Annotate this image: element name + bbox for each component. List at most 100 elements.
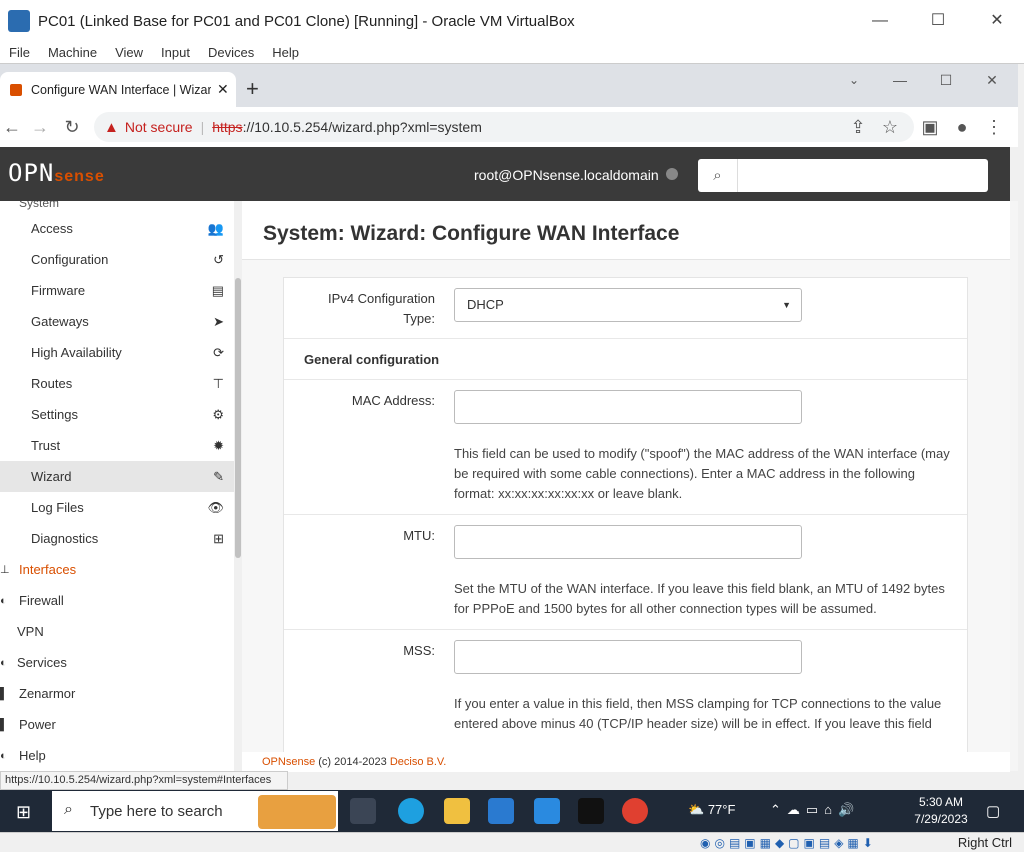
zenarmor-icon: ▌ bbox=[0, 687, 8, 700]
menu-machine[interactable]: Machine bbox=[39, 42, 106, 63]
file-explorer-icon[interactable] bbox=[444, 798, 470, 824]
user-label[interactable]: root@OPNsense.localdomain bbox=[474, 167, 659, 183]
sidebar-item-gateways[interactable]: Gateways ➤ bbox=[0, 306, 234, 337]
sidebar-item-configuration[interactable]: Configuration ↺ bbox=[0, 244, 234, 275]
taskbar-clock[interactable]: 5:30 AM 7/29/2023 bbox=[912, 794, 970, 828]
taskbar-search-box[interactable]: ⌕ Type here to search bbox=[52, 791, 338, 831]
browser-tab[interactable]: Configure WAN Interface | Wizard ✕ bbox=[0, 72, 236, 107]
sidebar-item-power[interactable]: ▌ Power bbox=[0, 709, 234, 740]
menu-input[interactable]: Input bbox=[152, 42, 199, 63]
mss-row: MSS: If you enter a value in this field,… bbox=[284, 630, 967, 760]
windows-start-icon[interactable]: ⊞ bbox=[16, 802, 31, 823]
browser-maximize-button[interactable]: ☐ bbox=[934, 68, 958, 92]
mac-address-input[interactable] bbox=[454, 390, 802, 424]
search-input[interactable] bbox=[738, 159, 988, 192]
sidebar-item-settings[interactable]: Settings ⚙ bbox=[0, 399, 234, 430]
page-title: System: Wizard: Configure WAN Interface bbox=[263, 222, 680, 245]
sidebar-item-firmware[interactable]: Firmware ▤ bbox=[0, 275, 234, 306]
close-tab-icon[interactable]: ✕ bbox=[217, 81, 229, 98]
mac-label: MAC Address: bbox=[351, 393, 435, 408]
side-panel-icon[interactable]: ▣ bbox=[918, 115, 942, 139]
clock-date: 7/29/2023 bbox=[914, 812, 968, 826]
footer-brand-link[interactable]: OPNsense bbox=[262, 756, 315, 768]
power-icon: ▌ bbox=[0, 718, 8, 731]
sidebar-item-routes[interactable]: Routes ⊤ bbox=[0, 368, 234, 399]
fire-icon: ◐ bbox=[0, 594, 7, 607]
menu-view[interactable]: View bbox=[106, 42, 152, 63]
mac-row: MAC Address: This field can be used to m… bbox=[284, 380, 967, 515]
sidebar-item-diagnostics[interactable]: Diagnostics ⊞ bbox=[0, 523, 234, 554]
sidebar-item-trust[interactable]: Trust ✹ bbox=[0, 430, 234, 461]
warning-icon: ▲ bbox=[104, 118, 119, 136]
menu-file[interactable]: File bbox=[0, 42, 39, 63]
mail-icon[interactable] bbox=[534, 798, 560, 824]
weather-widget[interactable]: ⛅ 77°F bbox=[688, 802, 735, 818]
menu-kebab-icon[interactable]: ⋮ bbox=[982, 115, 1006, 139]
url-scheme: https bbox=[212, 119, 243, 135]
browser-minimize-button[interactable]: — bbox=[888, 68, 912, 92]
minimize-button[interactable]: — bbox=[867, 8, 893, 34]
bookmark-star-icon[interactable]: ☆ bbox=[878, 115, 902, 139]
menu-devices[interactable]: Devices bbox=[199, 42, 263, 63]
medkit-icon: ⊞ bbox=[213, 530, 224, 546]
opnsense-logo[interactable]: OPNsense bbox=[8, 159, 105, 187]
footer-company-link[interactable]: Deciso B.V. bbox=[390, 756, 446, 768]
certificate-icon: ✹ bbox=[213, 437, 224, 453]
search-icon[interactable]: ⌕ bbox=[698, 159, 738, 192]
cog-icon: ◐ bbox=[0, 656, 7, 669]
mss-help-text: If you enter a value in this field, then… bbox=[454, 696, 942, 731]
ipv4-type-select[interactable]: DHCP ▼ bbox=[454, 288, 802, 322]
notification-icon[interactable]: ▢ bbox=[986, 802, 1000, 820]
maximize-button[interactable]: ☐ bbox=[925, 8, 951, 34]
menu-help[interactable]: Help bbox=[263, 42, 308, 63]
sidebar-item-zenarmor[interactable]: ▌ Zenarmor bbox=[0, 678, 234, 709]
sidebar-item-services[interactable]: ◐ Services bbox=[0, 647, 234, 678]
vbox-device-icons[interactable]: ◉◎▤▣▦◆▢▣▤◈▦⬇ bbox=[700, 836, 877, 850]
tab-title: Configure WAN Interface | Wizard bbox=[31, 82, 211, 97]
store-icon[interactable] bbox=[488, 798, 514, 824]
opnsense-favicon-icon bbox=[10, 83, 22, 96]
sidebar-item-help[interactable]: ◐ Help bbox=[0, 740, 234, 771]
page-scrollbar[interactable] bbox=[1010, 201, 1018, 771]
clock-time: 5:30 AM bbox=[918, 795, 964, 809]
cogs-icon: ⚙ bbox=[212, 406, 224, 422]
refresh-icon: ⟳ bbox=[213, 344, 224, 360]
tab-search-icon[interactable]: ⌄ bbox=[842, 68, 866, 92]
host-key-label: Right Ctrl bbox=[957, 835, 1012, 850]
footer: OPNsense (c) 2014-2023 Deciso B.V. bbox=[242, 752, 1010, 772]
windows-taskbar: ⊞ ⌕ Type here to search ⛅ 77°F ⌃☁▭⌂🔊 5:3… bbox=[0, 790, 1024, 832]
opnsense-header: OPNsense root@OPNsense.localdomain ⌕ bbox=[0, 147, 1010, 201]
sidebar-item-access[interactable]: Access 👥 bbox=[0, 213, 234, 244]
terminal-icon[interactable] bbox=[578, 798, 604, 824]
mtu-input[interactable] bbox=[454, 525, 802, 559]
system-tray-icons[interactable]: ⌃☁▭⌂🔊 bbox=[770, 802, 860, 818]
sidebar-item-log-files[interactable]: Log Files 👁 bbox=[0, 492, 234, 523]
sidebar-item-vpn[interactable]: VPN bbox=[0, 616, 234, 647]
profile-avatar-icon[interactable]: ● bbox=[950, 115, 974, 139]
sidebar-item-high-availability[interactable]: High Availability ⟳ bbox=[0, 337, 234, 368]
back-icon[interactable]: ← bbox=[0, 115, 24, 139]
help-icon: ◐ bbox=[0, 749, 7, 762]
browser-toolbar: ← → ↻ ▲ Not secure | https ://10.10.5.25… bbox=[0, 107, 1018, 147]
mss-input[interactable] bbox=[454, 640, 802, 674]
address-bar[interactable]: ▲ Not secure | https ://10.10.5.254/wiza… bbox=[94, 112, 914, 142]
not-secure-label: Not secure bbox=[124, 119, 193, 135]
sidebar-item-firewall[interactable]: ◐ Firewall bbox=[0, 585, 234, 616]
mac-help-text: This field can be used to modify ("spoof… bbox=[454, 446, 950, 501]
edge-icon[interactable] bbox=[398, 798, 424, 824]
sidebar-item-interfaces[interactable]: ⊥ Interfaces bbox=[0, 554, 234, 585]
chrome-icon[interactable] bbox=[622, 798, 648, 824]
magic-icon: ✎ bbox=[213, 468, 224, 484]
sidebar-item-wizard[interactable]: Wizard ✎ bbox=[0, 461, 234, 492]
general-config-row: General configuration bbox=[284, 339, 967, 380]
share-icon[interactable]: ⇪ bbox=[846, 115, 870, 139]
reload-icon[interactable]: ↻ bbox=[60, 115, 84, 139]
close-button[interactable]: ✕ bbox=[984, 8, 1010, 34]
history-icon: ↺ bbox=[213, 251, 224, 267]
new-tab-button[interactable]: + bbox=[246, 76, 259, 102]
forward-icon[interactable]: → bbox=[28, 115, 52, 139]
sidebar-scrollbar-thumb[interactable] bbox=[235, 278, 241, 558]
task-view-icon[interactable] bbox=[350, 798, 376, 824]
search-highlight-image bbox=[258, 795, 336, 829]
browser-close-button[interactable]: ✕ bbox=[980, 68, 1004, 92]
